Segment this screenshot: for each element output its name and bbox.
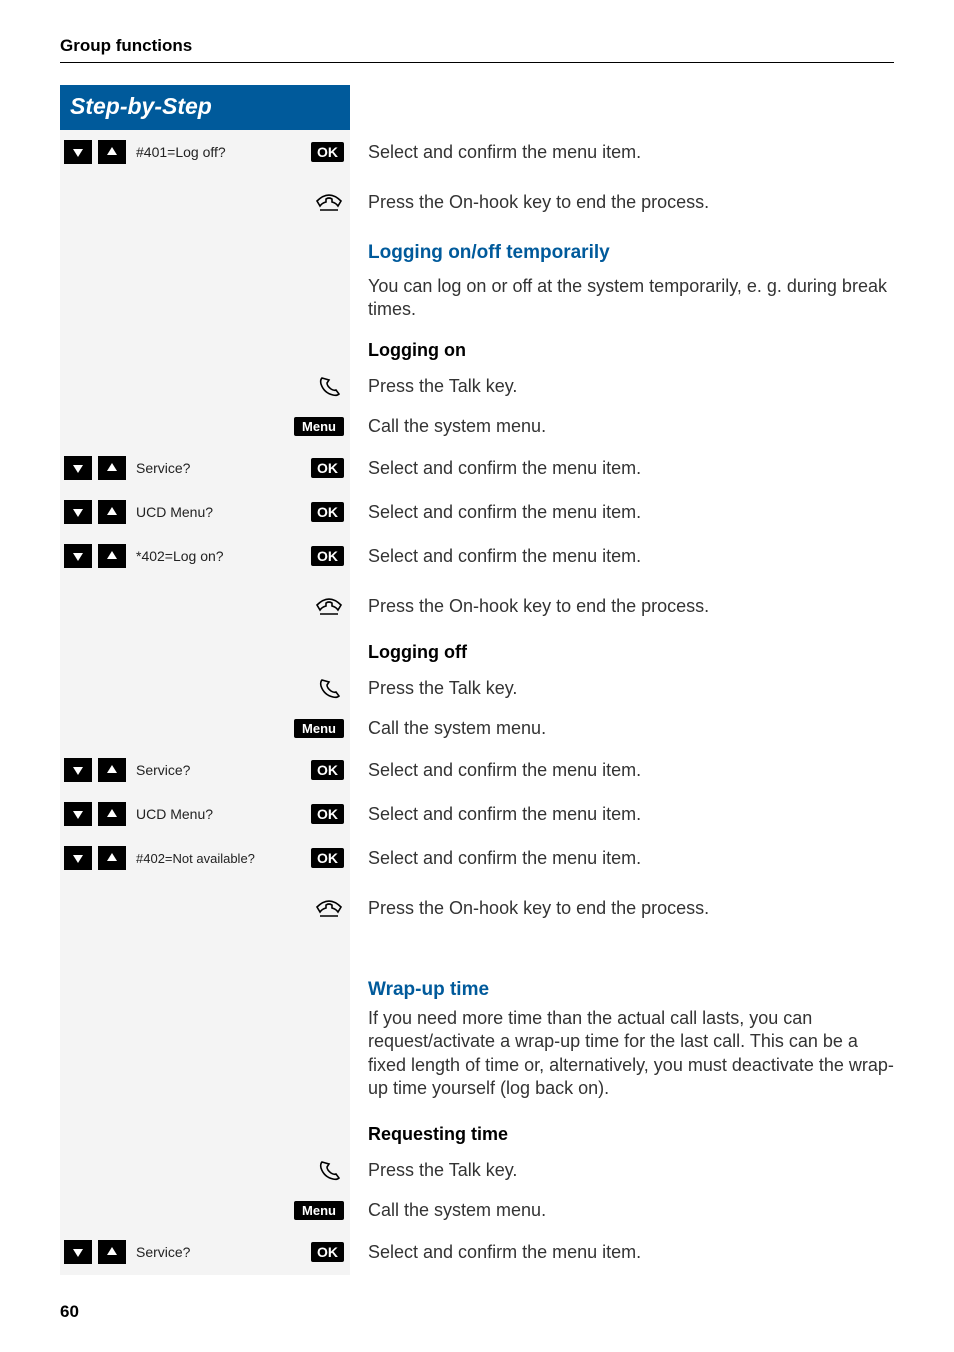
ok-button[interactable]: OK [311, 502, 344, 522]
step-description: Press the On-hook key to end the process… [368, 595, 709, 618]
step-description: Select and confirm the menu item. [368, 457, 641, 480]
left-row [60, 366, 350, 406]
ok-button[interactable]: OK [311, 760, 344, 780]
up-arrow-icon[interactable] [98, 1240, 126, 1264]
menu-button[interactable]: Menu [294, 719, 344, 738]
step-description: Select and confirm the menu item. [368, 501, 641, 524]
step-description: Press the On-hook key to end the process… [368, 191, 709, 214]
down-arrow-icon[interactable] [64, 140, 92, 164]
step-description: Call the system menu. [368, 415, 546, 438]
spacer [60, 332, 350, 366]
left-column: Step-by-Step #401=Log off? OK [60, 85, 350, 1275]
subsection-heading: Wrap-up time [368, 979, 489, 1001]
page-number: 60 [60, 1302, 79, 1322]
ok-button[interactable]: OK [311, 848, 344, 868]
paragraph: If you need more time than the actual ca… [368, 1007, 894, 1101]
ok-button[interactable]: OK [311, 458, 344, 478]
ok-button[interactable]: OK [311, 804, 344, 824]
left-row: Service? OK [60, 446, 350, 490]
ok-button[interactable]: OK [311, 546, 344, 566]
talk-icon[interactable] [312, 677, 344, 699]
left-row: UCD Menu? OK [60, 792, 350, 836]
spacer [368, 85, 894, 131]
left-row [60, 578, 350, 634]
subsection-heading: Logging on/off temporarily [368, 242, 610, 264]
step-description: Select and confirm the menu item. [368, 545, 641, 568]
step-description: Press the Talk key. [368, 677, 517, 700]
step-by-step-title: Step-by-Step [60, 85, 350, 130]
bold-heading: Logging on [368, 340, 466, 361]
left-row: Menu [60, 1190, 350, 1230]
down-arrow-icon[interactable] [64, 544, 92, 568]
section-header: Group functions [60, 36, 894, 63]
left-row: *402=Log on? OK [60, 534, 350, 578]
step-description: Press the Talk key. [368, 1159, 517, 1182]
left-row: Menu [60, 708, 350, 748]
up-arrow-icon[interactable] [98, 544, 126, 568]
up-arrow-icon[interactable] [98, 758, 126, 782]
step-description: Call the system menu. [368, 1199, 546, 1222]
step-description: Press the Talk key. [368, 375, 517, 398]
ok-button[interactable]: OK [311, 142, 344, 162]
menu-item-label: #401=Log off? [132, 144, 305, 160]
up-arrow-icon[interactable] [98, 802, 126, 826]
step-description: Select and confirm the menu item. [368, 759, 641, 782]
left-row [60, 1150, 350, 1190]
menu-item-label: Service? [132, 762, 305, 778]
left-row [60, 668, 350, 708]
left-row: #402=Not available? OK [60, 836, 350, 880]
ok-button[interactable]: OK [311, 1242, 344, 1262]
up-arrow-icon[interactable] [98, 456, 126, 480]
bold-heading: Requesting time [368, 1124, 508, 1145]
step-description: Select and confirm the menu item. [368, 803, 641, 826]
left-row [60, 174, 350, 230]
up-arrow-icon[interactable] [98, 500, 126, 524]
menu-item-label: UCD Menu? [132, 806, 305, 822]
step-description: Call the system menu. [368, 717, 546, 740]
left-row [60, 880, 350, 936]
down-arrow-icon[interactable] [64, 802, 92, 826]
menu-button[interactable]: Menu [294, 1201, 344, 1220]
spacer [60, 230, 350, 274]
down-arrow-icon[interactable] [64, 456, 92, 480]
spacer [60, 274, 350, 332]
menu-item-label: *402=Log on? [132, 548, 305, 564]
talk-icon[interactable] [312, 1159, 344, 1181]
talk-icon[interactable] [312, 375, 344, 397]
spacer [60, 936, 350, 1006]
down-arrow-icon[interactable] [64, 1240, 92, 1264]
down-arrow-icon[interactable] [64, 846, 92, 870]
left-row: Menu [60, 406, 350, 446]
menu-button[interactable]: Menu [294, 417, 344, 436]
spacer [60, 634, 350, 668]
up-arrow-icon[interactable] [98, 140, 126, 164]
down-arrow-icon[interactable] [64, 758, 92, 782]
bold-heading: Logging off [368, 642, 467, 663]
two-column-layout: Step-by-Step #401=Log off? OK [60, 85, 894, 1275]
left-row: Service? OK [60, 748, 350, 792]
on-hook-icon[interactable] [312, 897, 344, 919]
step-description: Select and confirm the menu item. [368, 141, 641, 164]
down-arrow-icon[interactable] [64, 500, 92, 524]
paragraph: You can log on or off at the system temp… [368, 275, 894, 322]
spacer [60, 1116, 350, 1150]
menu-item-label: Service? [132, 1244, 305, 1260]
up-arrow-icon[interactable] [98, 846, 126, 870]
left-row: UCD Menu? OK [60, 490, 350, 534]
menu-item-label: Service? [132, 460, 305, 476]
step-description: Select and confirm the menu item. [368, 1241, 641, 1264]
step-description: Select and confirm the menu item. [368, 847, 641, 870]
right-column: Select and confirm the menu item. Press … [350, 85, 894, 1275]
step-description: Press the On-hook key to end the process… [368, 897, 709, 920]
left-row: Service? OK [60, 1230, 350, 1274]
on-hook-icon[interactable] [312, 191, 344, 213]
menu-item-label: #402=Not available? [132, 851, 305, 866]
on-hook-icon[interactable] [312, 595, 344, 617]
menu-item-label: UCD Menu? [132, 504, 305, 520]
spacer [60, 1006, 350, 1116]
left-row: #401=Log off? OK [60, 130, 350, 174]
page: Group functions Step-by-Step #401=Log of… [0, 0, 954, 1352]
